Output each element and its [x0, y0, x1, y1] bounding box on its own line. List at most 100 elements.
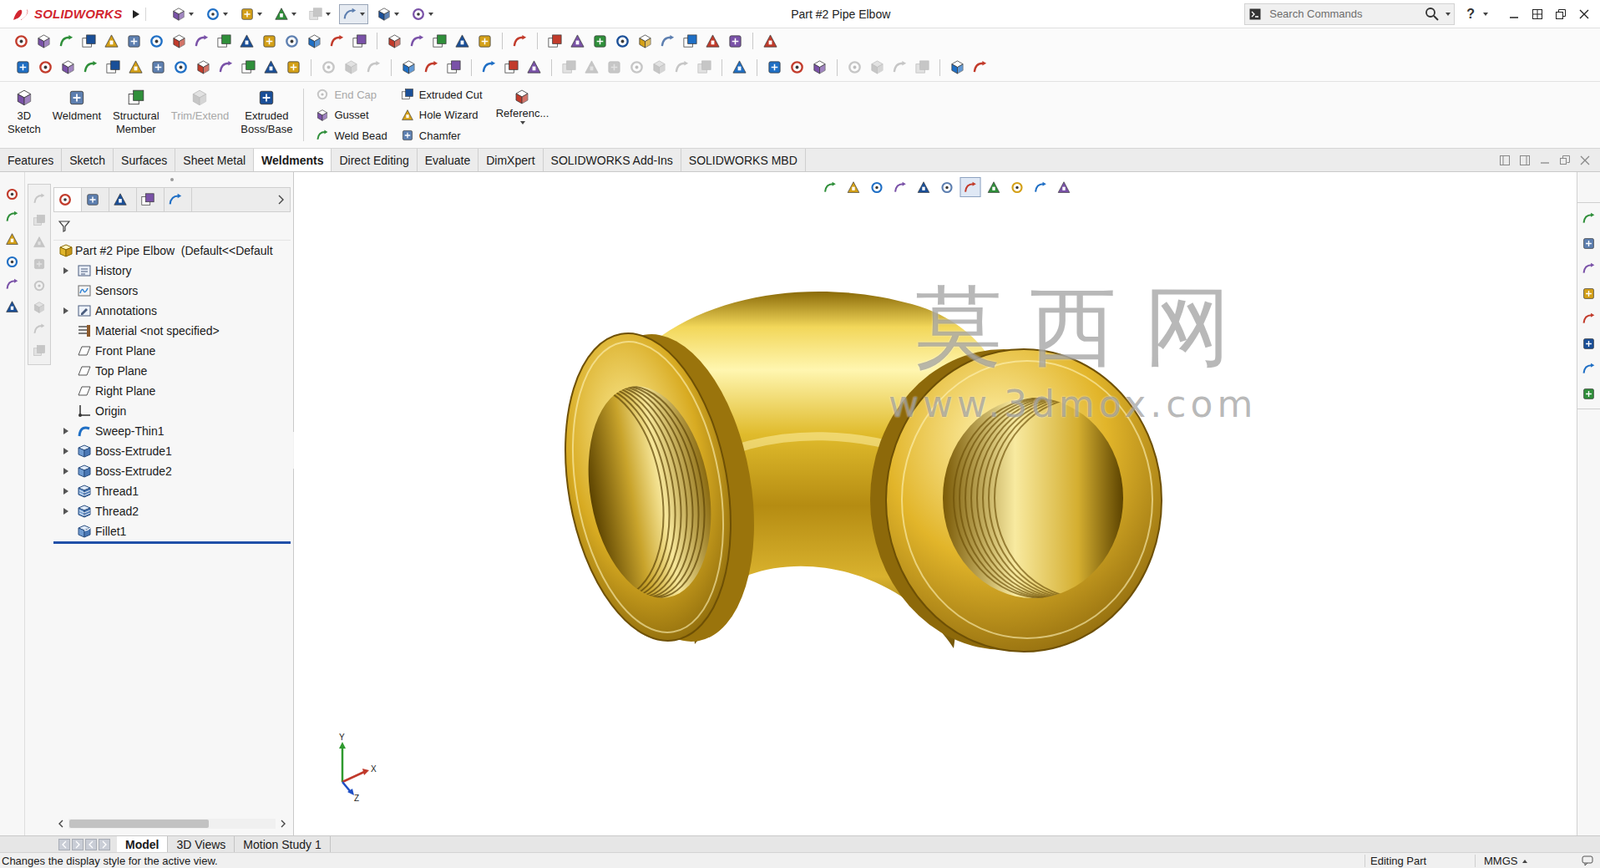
task-pane-button[interactable] [1579, 308, 1600, 329]
quick-access-button[interactable] [339, 4, 369, 25]
toolbar-button[interactable] [212, 30, 236, 52]
toolbar-button[interactable] [167, 30, 191, 52]
scroll-right-icon[interactable] [278, 819, 288, 828]
model-tab[interactable]: Motion Study 1 [234, 835, 330, 852]
rollback-bar[interactable] [53, 541, 291, 544]
toolbar-button[interactable] [397, 56, 421, 79]
command-tab[interactable]: Sheet Metal [175, 148, 254, 172]
toolbar-button[interactable] [235, 30, 259, 52]
strip-button[interactable] [2, 230, 23, 249]
toolbar-button[interactable] [145, 30, 168, 52]
task-pane-button[interactable] [1579, 232, 1600, 254]
command-tab[interactable]: Evaluate [417, 148, 479, 172]
quick-access-button[interactable] [373, 4, 403, 25]
expander[interactable] [60, 466, 72, 476]
toolbar-button[interactable] [420, 56, 443, 79]
strip-button[interactable] [2, 185, 23, 203]
toolbar-button[interactable] [968, 56, 992, 79]
tree-item[interactable]: Boss-Extrude2 [53, 460, 291, 482]
restore-icon[interactable] [1559, 155, 1570, 166]
toolbar-button[interactable] [259, 56, 283, 79]
command-button[interactable]: Hole Wizard [399, 106, 485, 125]
tree-filter[interactable] [53, 212, 291, 241]
expander[interactable] [60, 306, 72, 315]
tree-item[interactable]: Sensors [53, 280, 291, 301]
command-tab[interactable]: Features [0, 148, 62, 172]
toolbar-button[interactable] [543, 30, 567, 52]
toolbar-button[interactable] [405, 30, 429, 52]
tree-item[interactable]: Front Plane [53, 340, 291, 361]
expander[interactable] [60, 486, 72, 496]
toolbar-button[interactable] [508, 30, 532, 52]
restore-icon[interactable] [1554, 8, 1567, 21]
toolbar-button[interactable] [450, 30, 474, 52]
unit-system[interactable]: MMGS [1474, 854, 1569, 867]
toolbar-button[interactable] [701, 30, 725, 52]
feature-manager-tab[interactable] [164, 187, 193, 212]
toolbar-button[interactable] [473, 30, 497, 52]
tree-scrollbar[interactable] [53, 815, 291, 832]
tab-nav-icon[interactable] [98, 838, 111, 851]
toolbar-button[interactable] [190, 30, 213, 52]
tree-item[interactable]: Thread2 [53, 501, 291, 522]
toolbar-button[interactable] [280, 30, 304, 52]
task-pane-button[interactable] [1579, 358, 1600, 379]
view-tool-button[interactable] [843, 177, 865, 198]
tab-nav-icon[interactable] [71, 838, 84, 851]
expander[interactable] [60, 426, 72, 436]
toolbar-button[interactable] [169, 56, 193, 79]
quick-access-button[interactable] [236, 4, 266, 25]
toolbar-button[interactable] [100, 30, 123, 52]
command-button[interactable]: Extruded Cut [399, 85, 485, 104]
toolbar-button[interactable] [325, 30, 349, 52]
view-tool-button[interactable] [936, 177, 958, 198]
strip-button[interactable] [2, 207, 23, 226]
toolbar-button[interactable] [442, 56, 466, 79]
toolbar-button[interactable] [477, 56, 501, 79]
menu-expand-button[interactable] [126, 7, 147, 21]
command-tab[interactable]: SOLIDWORKS MBD [681, 148, 806, 172]
toolbar-button[interactable] [348, 30, 371, 52]
toolbar-button[interactable] [500, 56, 523, 79]
toolbar-button[interactable] [10, 30, 33, 52]
view-tool-button[interactable] [913, 177, 935, 198]
toolbar-button[interactable] [32, 30, 56, 52]
view-tool-button[interactable] [1053, 177, 1075, 198]
toolbar-button[interactable] [214, 56, 238, 79]
tree-item[interactable]: Material <not specified> [53, 320, 291, 341]
task-pane-button[interactable] [1579, 207, 1600, 228]
scroll-left-icon[interactable] [56, 819, 66, 828]
feature-manager-tab[interactable] [109, 187, 137, 212]
search-input[interactable] [1267, 6, 1421, 21]
toolbar-button[interactable] [237, 56, 260, 79]
toolbar-button[interactable] [808, 56, 831, 79]
command-button[interactable]: Weldment [48, 85, 106, 145]
toolbar-button[interactable] [122, 30, 146, 52]
command-tab[interactable]: Sketch [61, 148, 114, 172]
command-button[interactable]: ExtrudedBoss/Base [236, 85, 297, 145]
toolbar-button[interactable] [656, 30, 679, 52]
tree-item[interactable]: Origin [53, 400, 291, 421]
toolbar-button[interactable] [566, 30, 589, 52]
toolbar-button[interactable] [192, 56, 215, 79]
task-pane-button[interactable] [1579, 333, 1600, 354]
toolbar-button[interactable] [124, 56, 147, 79]
panel-left-icon[interactable] [1499, 155, 1510, 166]
toolbar-button[interactable] [588, 30, 612, 52]
feature-manager-tab[interactable] [54, 187, 82, 212]
command-button[interactable]: StructuralMember [108, 85, 164, 145]
panel-right-icon[interactable] [1519, 155, 1530, 166]
dropdown-caret[interactable] [520, 121, 526, 125]
task-pane-button[interactable] [1579, 383, 1600, 404]
view-tool-button[interactable] [890, 177, 912, 198]
view-tool-button[interactable] [1007, 177, 1028, 198]
tab-nav-icon[interactable] [85, 838, 97, 851]
tree-root[interactable]: Part #2 Pipe Elbow (Default<<Default [53, 240, 291, 261]
toolbar-button[interactable] [77, 30, 101, 52]
chevron-right-icon[interactable] [276, 193, 285, 206]
command-tab[interactable]: Direct Editing [331, 148, 417, 172]
command-tab[interactable]: Weldments [253, 148, 332, 172]
minimize-icon[interactable] [1539, 155, 1550, 166]
model-tab[interactable]: Model [116, 835, 168, 852]
pipe-elbow-model[interactable] [293, 172, 1577, 836]
